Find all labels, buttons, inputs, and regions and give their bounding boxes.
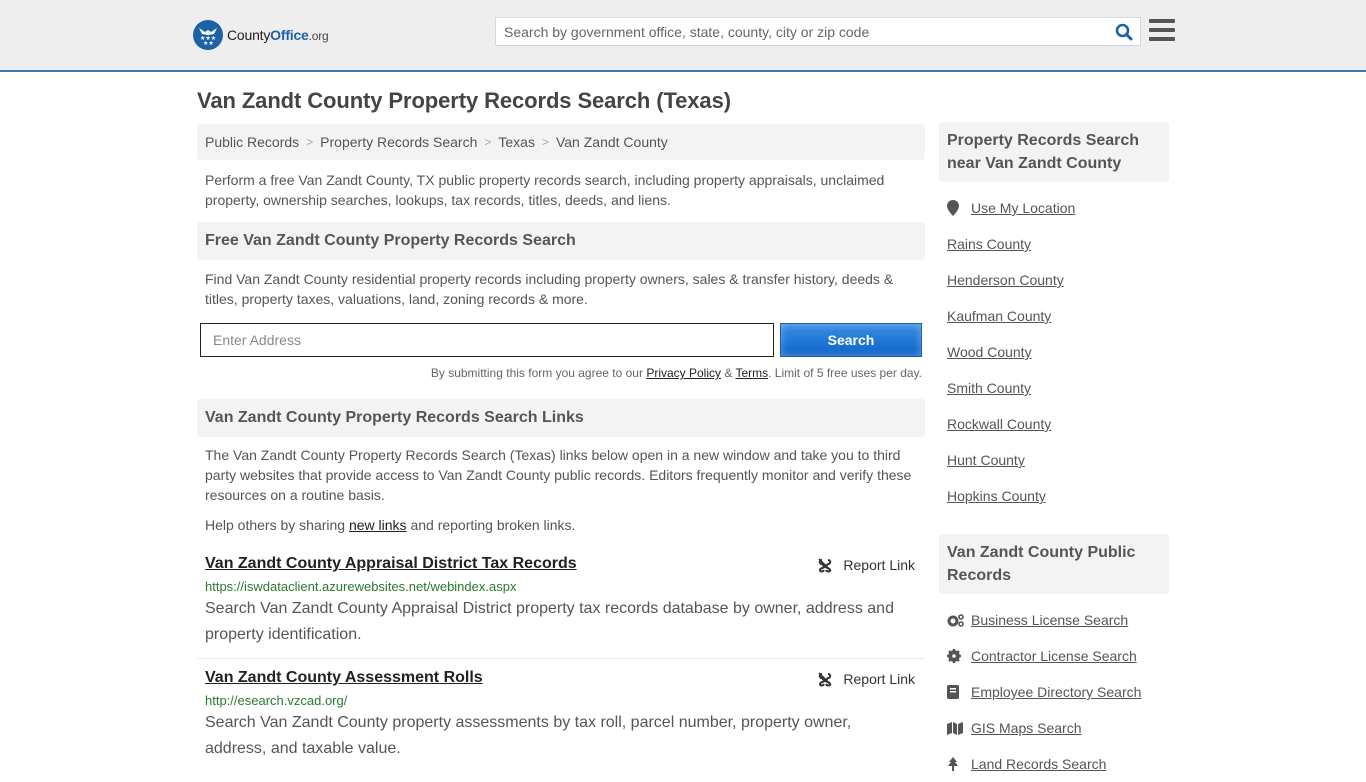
- map-icon: [947, 721, 965, 735]
- public-record-link[interactable]: Business License Search: [971, 612, 1128, 628]
- broken-link-icon: [818, 672, 832, 687]
- site-header: ★★★ ★★ CountyOffice.org: [0, 0, 1366, 72]
- report-link-button[interactable]: Report Link: [817, 671, 915, 687]
- public-record-link[interactable]: Land Records Search: [971, 756, 1106, 772]
- logo-wordmark: CountyOffice.org: [227, 27, 329, 43]
- gear-icon: [947, 649, 965, 663]
- use-my-location[interactable]: Use My Location: [947, 190, 1161, 226]
- public-record-link[interactable]: Contractor License Search: [971, 648, 1137, 664]
- nearby-county-item[interactable]: Henderson County: [947, 262, 1161, 298]
- privacy-policy-link[interactable]: Privacy Policy: [646, 366, 721, 380]
- public-record-item[interactable]: Employee Directory Search: [947, 674, 1161, 710]
- help-text: Help others by sharing new links and rep…: [197, 515, 925, 535]
- nearby-county-link[interactable]: Kaufman County: [947, 308, 1051, 324]
- nearby-county-link[interactable]: Smith County: [947, 380, 1031, 396]
- svg-text:★★: ★★: [203, 40, 214, 45]
- result-title-link[interactable]: Van Zandt County Assessment Rolls: [205, 669, 483, 687]
- result-description: Search Van Zandt County Appraisal Distri…: [205, 600, 894, 643]
- breadcrumb-public-records[interactable]: Public Records: [205, 134, 299, 150]
- form-disclaimer: By submitting this form you agree to our…: [197, 366, 925, 380]
- public-record-link[interactable]: Employee Directory Search: [971, 684, 1141, 700]
- report-link-button[interactable]: Report Link: [817, 557, 915, 573]
- sidebar: Property Records Search near Van Zandt C…: [939, 122, 1169, 782]
- breadcrumb-van-zandt-county[interactable]: Van Zandt County: [556, 134, 668, 150]
- address-input[interactable]: [200, 323, 774, 357]
- public-record-item[interactable]: Contractor License Search: [947, 638, 1161, 674]
- help-text-pre: Help others by sharing: [205, 517, 349, 533]
- nearby-county-item[interactable]: Rockwall County: [947, 406, 1161, 442]
- site-search-input[interactable]: [496, 18, 1108, 45]
- nearby-county-item[interactable]: Kaufman County: [947, 298, 1161, 334]
- result-title-link[interactable]: Van Zandt County Appraisal District Tax …: [205, 555, 577, 573]
- free-search-description: Find Van Zandt County residential proper…: [205, 271, 894, 307]
- nearby-county-item[interactable]: Hunt County: [947, 442, 1161, 478]
- main-content: Public Records > Property Records Search…: [197, 124, 925, 762]
- public-record-item[interactable]: Land Records Search: [947, 746, 1161, 782]
- disclaimer-ampersand: &: [721, 366, 736, 380]
- site-logo[interactable]: ★★★ ★★ CountyOffice.org: [193, 20, 329, 50]
- nearby-county-link[interactable]: Rockwall County: [947, 416, 1051, 432]
- nearby-heading: Property Records Search near Van Zandt C…: [939, 122, 1169, 182]
- intro-text: Perform a free Van Zandt County, TX publ…: [205, 172, 885, 208]
- cogs-icon: [947, 613, 965, 627]
- breadcrumb-separator: >: [306, 135, 314, 149]
- public-record-link[interactable]: GIS Maps Search: [971, 720, 1082, 736]
- public-record-item[interactable]: Business License Search: [947, 602, 1161, 638]
- site-search: [495, 17, 1141, 46]
- book-icon: [947, 685, 965, 699]
- breadcrumb-property-records-search[interactable]: Property Records Search: [320, 134, 477, 150]
- help-text-post: and reporting broken links.: [406, 517, 576, 533]
- links-section-description: The Van Zandt County Property Records Se…: [205, 447, 912, 503]
- result-url: https://iswdataclient.azurewebsites.net/…: [205, 579, 517, 594]
- public-record-item[interactable]: GIS Maps Search: [947, 710, 1161, 746]
- nearby-county-link[interactable]: Henderson County: [947, 272, 1064, 288]
- disclaimer-text: By submitting this form you agree to our: [430, 366, 647, 380]
- nearby-county-link[interactable]: Hopkins County: [947, 488, 1046, 504]
- new-links-link[interactable]: new links: [349, 517, 407, 533]
- search-icon[interactable]: [1108, 18, 1140, 45]
- result-item: Van Zandt County Appraisal District Tax …: [197, 555, 925, 648]
- map-marker-icon: [947, 200, 965, 216]
- free-search-heading: Free Van Zandt County Property Records S…: [197, 222, 925, 260]
- breadcrumb-separator: >: [541, 135, 549, 149]
- broken-link-icon: [818, 558, 832, 573]
- nearby-county-item[interactable]: Hopkins County: [947, 478, 1161, 514]
- nearby-county-item[interactable]: Smith County: [947, 370, 1161, 406]
- terms-link[interactable]: Terms: [735, 366, 768, 380]
- result-item: Van Zandt County Assessment Rolls Report…: [197, 669, 925, 762]
- public-records-list: Business License Search Contractor Licen…: [939, 602, 1169, 782]
- disclaimer-limit-text: . Limit of 5 free uses per day.: [768, 366, 922, 380]
- address-search-form: Search: [197, 323, 925, 357]
- breadcrumb: Public Records > Property Records Search…: [197, 124, 925, 160]
- nearby-county-item[interactable]: Wood County: [947, 334, 1161, 370]
- links-section-heading: Van Zandt County Property Records Search…: [197, 399, 925, 437]
- breadcrumb-texas[interactable]: Texas: [498, 134, 535, 150]
- report-link-label: Report Link: [843, 671, 915, 687]
- result-divider: [197, 658, 925, 659]
- nearby-list: Use My Location Rains County Henderson C…: [939, 190, 1169, 514]
- nearby-county-link[interactable]: Wood County: [947, 344, 1032, 360]
- result-description: Search Van Zandt County property assessm…: [205, 714, 852, 757]
- eagle-logo-icon: ★★★ ★★: [193, 20, 223, 50]
- page-title: Van Zandt County Property Records Search…: [197, 88, 731, 113]
- address-search-button[interactable]: Search: [780, 323, 922, 357]
- nearby-county-link[interactable]: Hunt County: [947, 452, 1025, 468]
- hamburger-menu-icon[interactable]: [1149, 19, 1175, 41]
- tree-icon: [947, 757, 965, 771]
- result-url: http://esearch.vzcad.org/: [205, 693, 348, 708]
- public-records-heading: Van Zandt County Public Records: [939, 534, 1169, 594]
- nearby-county-link[interactable]: Rains County: [947, 236, 1031, 252]
- nearby-county-item[interactable]: Rains County: [947, 226, 1161, 262]
- report-link-label: Report Link: [843, 557, 915, 573]
- breadcrumb-separator: >: [484, 135, 492, 149]
- use-my-location-link[interactable]: Use My Location: [971, 200, 1075, 216]
